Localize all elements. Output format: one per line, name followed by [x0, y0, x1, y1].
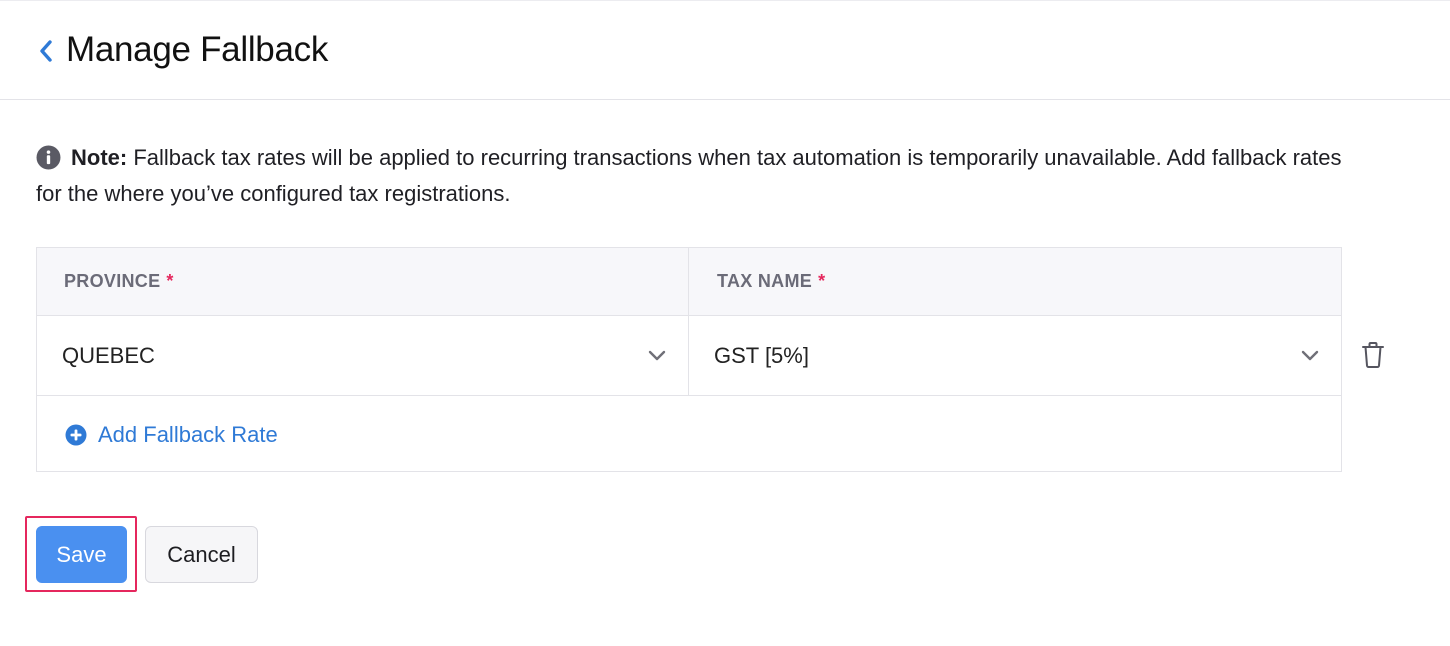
- province-select[interactable]: QUEBEC: [37, 316, 688, 395]
- chevron-down-icon: [1301, 350, 1319, 361]
- page-title: Manage Fallback: [66, 30, 329, 69]
- save-button[interactable]: Save: [36, 526, 127, 583]
- column-header-province: PROVINCE *: [64, 248, 174, 315]
- back-button[interactable]: [36, 38, 56, 64]
- add-fallback-rate-label: Add Fallback Rate: [98, 422, 278, 447]
- note-text: Fallback tax rates will be applied to re…: [36, 145, 1342, 206]
- column-header-tax-name: TAX NAME *: [717, 248, 825, 315]
- info-icon: [36, 145, 61, 170]
- cancel-button[interactable]: Cancel: [145, 526, 258, 583]
- column-header-label: TAX NAME: [717, 271, 813, 291]
- column-header-label: PROVINCE: [64, 271, 161, 291]
- required-indicator: *: [166, 271, 174, 291]
- chevron-down-icon: [648, 350, 666, 361]
- province-select-value: QUEBEC: [62, 342, 155, 368]
- plus-circle-icon: [65, 424, 87, 446]
- required-indicator: *: [818, 271, 826, 291]
- add-fallback-rate-button[interactable]: Add Fallback Rate: [65, 420, 278, 450]
- delete-row-button[interactable]: [1361, 340, 1385, 370]
- fallback-rates-table: PROVINCE * TAX NAME * QUEBEC GST [5%] Ad…: [36, 247, 1342, 472]
- trash-icon: [1362, 342, 1384, 368]
- tax-name-select[interactable]: GST [5%]: [689, 316, 1341, 395]
- page-header: Manage Fallback: [0, 0, 1450, 100]
- table-header: PROVINCE * TAX NAME *: [37, 248, 1341, 316]
- tax-name-select-value: GST [5%]: [714, 342, 809, 368]
- fallback-note: Note: Fallback tax rates will be applied…: [36, 140, 1356, 212]
- chevron-left-icon: [40, 40, 52, 62]
- note-label: Note:: [71, 145, 128, 170]
- table-row: QUEBEC GST [5%]: [37, 316, 1341, 396]
